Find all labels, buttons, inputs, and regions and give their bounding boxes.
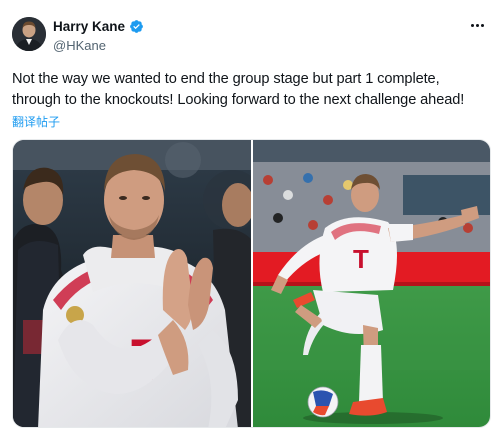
player-kicking-ball-photo[interactable]: T (252, 140, 490, 427)
user-handle[interactable]: @HKane (53, 38, 106, 53)
display-name[interactable]: Harry Kane (53, 19, 125, 34)
tweet-card: Harry Kane @HKane Not the way we wanted … (0, 0, 500, 440)
verified-badge-icon (130, 20, 143, 33)
jersey-logo-right: T (353, 244, 369, 274)
tweet-text: Not the way we wanted to end the group s… (12, 71, 465, 108)
user-name-row: Harry Kane (53, 19, 144, 34)
player-applauding-photo[interactable]: T (13, 140, 251, 427)
translate-post-link[interactable]: 翻译帖子 (12, 113, 60, 130)
media-grid: T (12, 139, 491, 428)
avatar[interactable] (12, 17, 46, 51)
more-options-icon[interactable] (466, 16, 488, 34)
